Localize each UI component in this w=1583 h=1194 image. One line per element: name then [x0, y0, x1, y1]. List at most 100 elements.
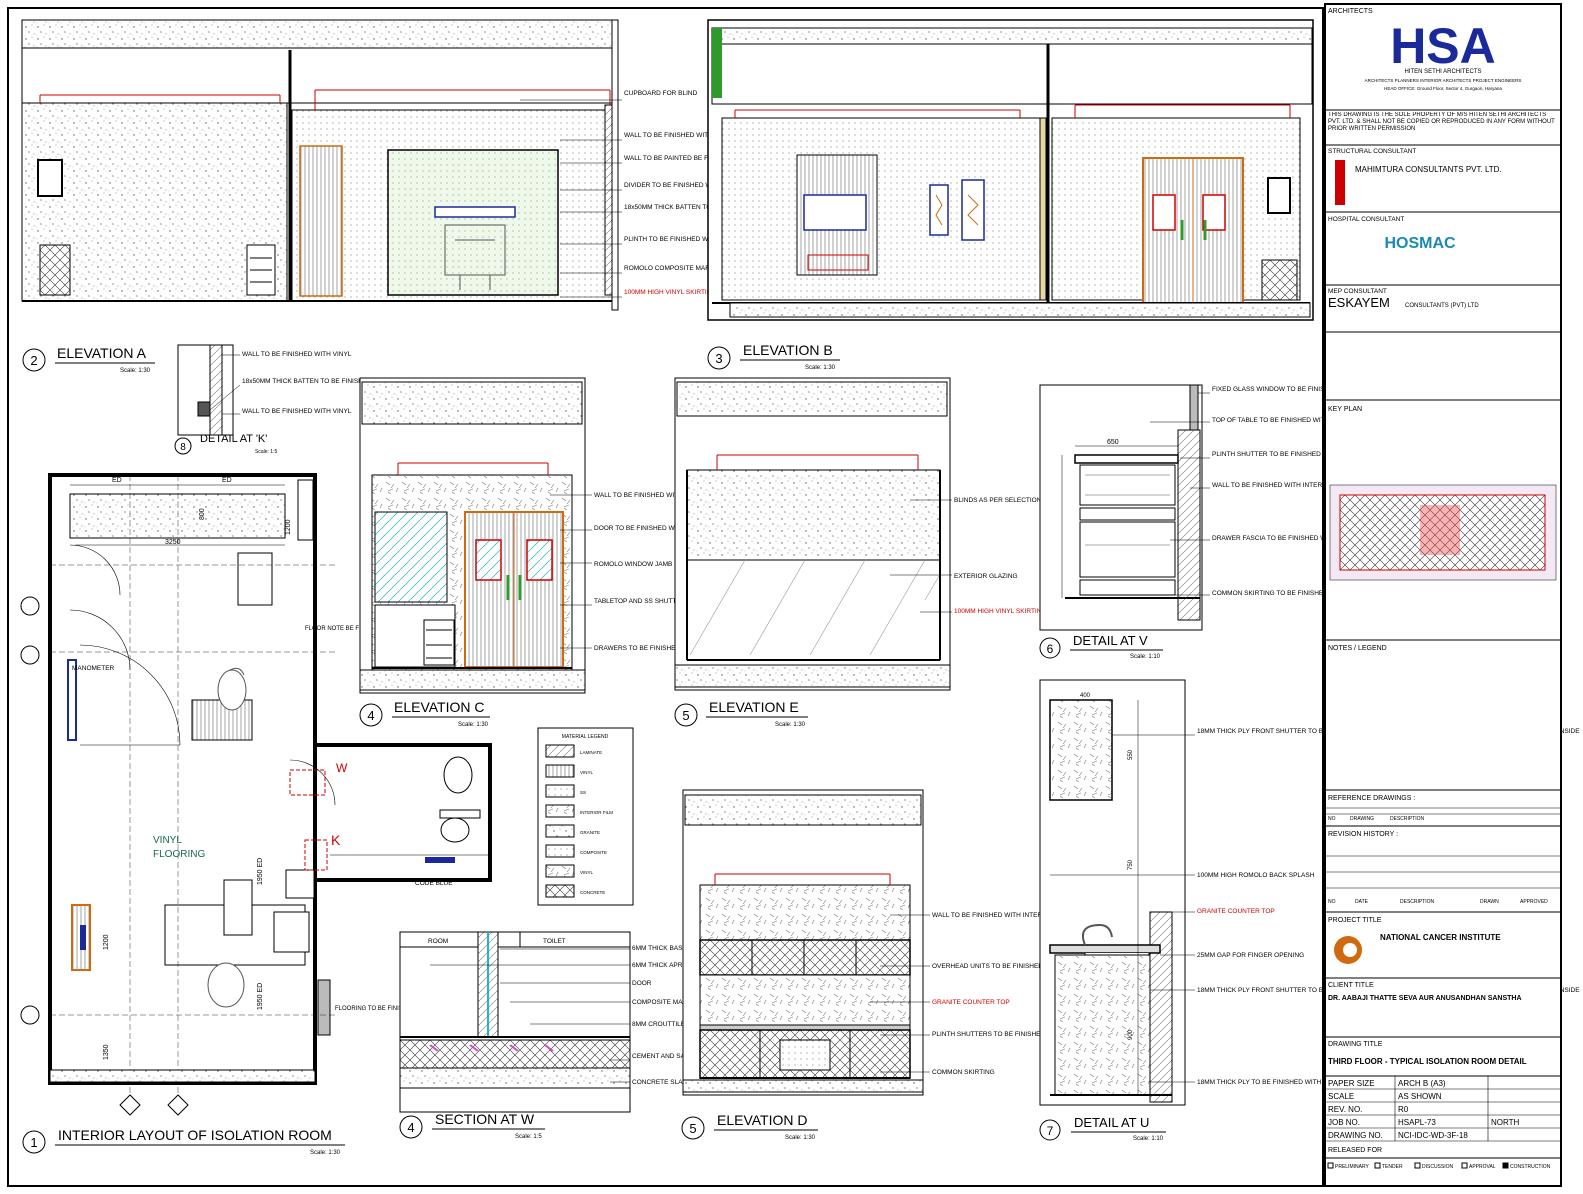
- svg-text:REVISION HISTORY :: REVISION HISTORY :: [1328, 831, 1398, 838]
- svg-text:CONCRETE: CONCRETE: [580, 890, 605, 895]
- section-w-toilet: TOILET: [543, 938, 566, 945]
- svg-text:TENDER: TENDER: [1382, 1164, 1403, 1170]
- svg-text:GRANITE: GRANITE: [580, 830, 600, 835]
- layout-label: INTERIOR LAYOUT OF ISOLATION ROOM: [58, 1127, 332, 1143]
- section-w-room: ROOM: [428, 938, 448, 945]
- svg-text:1350: 1350: [103, 1044, 110, 1060]
- svg-text:8MM CROUTTILE: 8MM CROUTTILE: [632, 1021, 686, 1028]
- note-k-0: WALL TO BE FINISHED WITH VINYL: [242, 351, 352, 358]
- note-u-1: 100MM HIGH ROMOLO BACK SPLASH: [1197, 872, 1315, 879]
- svg-text:HEAD OFFICE: Ground Floor, Sec: HEAD OFFICE: Ground Floor, Sector 4, Gur…: [1384, 86, 1502, 91]
- svg-text:DESCRIPTION: DESCRIPTION: [1390, 816, 1425, 822]
- svg-text:6: 6: [1047, 642, 1054, 656]
- svg-text:Scale: 1:10: Scale: 1:10: [1133, 1136, 1164, 1142]
- svg-text:CLIENT TITLE: CLIENT TITLE: [1328, 982, 1374, 989]
- mep-consultant-name: ESKAYEM: [1328, 295, 1390, 310]
- svg-text:R0: R0: [1398, 1105, 1409, 1114]
- svg-text:4: 4: [367, 708, 374, 723]
- svg-text:LAMINATE: LAMINATE: [580, 750, 602, 755]
- detail-v-title: 6 DETAIL AT V Scale: 1:10: [1039, 633, 1163, 660]
- svg-text:1: 1: [30, 1135, 37, 1150]
- elevation-d-drawing: [682, 789, 924, 1096]
- svg-text:REFERENCE DRAWINGS :: REFERENCE DRAWINGS :: [1328, 795, 1415, 802]
- svg-text:3: 3: [715, 351, 722, 366]
- elevation-a-drawing: [21, 19, 619, 311]
- svg-text:NORTH: NORTH: [1491, 1118, 1520, 1127]
- client-name: DR. AABAJI THATTE SEVA AUR ANUSANDHAN SA…: [1328, 995, 1522, 1002]
- interior-layout-title: 1 INTERIOR LAYOUT OF ISOLATION ROOM Scal…: [22, 1127, 345, 1156]
- detail-v-dim-650: 650: [1107, 439, 1119, 446]
- vinyl-label: VINYL: [153, 835, 182, 846]
- svg-text:NO: NO: [1328, 816, 1336, 822]
- svg-text:DRAWING: DRAWING: [1350, 816, 1374, 822]
- detail-u-drawing: 400 550 750 900: [1039, 679, 1186, 1106]
- elevation-a-label: ELEVATION A: [57, 345, 147, 361]
- note-u-2: GRANITE COUNTER TOP: [1197, 908, 1275, 915]
- svg-text:CONSTRUCTION: CONSTRUCTION: [1510, 1164, 1551, 1170]
- svg-text:5: 5: [682, 708, 689, 723]
- svg-text:DRAWN: DRAWN: [1480, 899, 1499, 905]
- elevation-c-label: ELEVATION C: [394, 699, 485, 715]
- manometer-label: MANOMETER: [72, 665, 115, 672]
- drawing-title: THIRD FLOOR - TYPICAL ISOLATION ROOM DET…: [1328, 1057, 1527, 1066]
- elevation-e-drawing: [674, 377, 951, 691]
- detail-u-dim-750: 750: [1128, 859, 1134, 870]
- svg-text:KEY PLAN: KEY PLAN: [1328, 406, 1362, 413]
- flooring-label: FLOORING: [153, 849, 205, 860]
- drawing-sheet: CUPBOARD FOR BLIND WALL TO BE FINISHED W…: [7, 3, 1580, 1187]
- property-note: THIS DRAWING IS THE SOLE PROPERTY OF M/S…: [1328, 112, 1555, 132]
- code-blue-label: CODE BLUE: [415, 880, 453, 887]
- note-a-0: CUPBOARD FOR BLIND: [624, 90, 698, 97]
- svg-text:Scale: 1:5: Scale: 1:5: [515, 1134, 542, 1140]
- svg-text:SCALE: SCALE: [1328, 1092, 1354, 1101]
- svg-text:COMPOSITE: COMPOSITE: [580, 850, 607, 855]
- elevation-b-drawing: [707, 19, 1314, 321]
- svg-text:HSAPL-73: HSAPL-73: [1398, 1118, 1436, 1127]
- svg-text:HITEN SETHI ARCHITECTS: HITEN SETHI ARCHITECTS: [1404, 69, 1481, 75]
- svg-text:4: 4: [407, 1120, 414, 1135]
- section-w-marker: W: [336, 761, 348, 775]
- svg-text:Scale: 1:30: Scale: 1:30: [310, 1150, 341, 1156]
- svg-text:8: 8: [180, 442, 186, 453]
- section-w-label: SECTION AT W: [435, 1111, 535, 1127]
- svg-text:Scale: 1:5: Scale: 1:5: [255, 449, 277, 455]
- material-legend: MATERIAL LEGEND LAMINATE VINYL SS INTERI…: [537, 727, 634, 906]
- title-block: ARCHITECTS HSA HITEN SETHI ARCHITECTS AR…: [1324, 3, 1562, 1187]
- svg-text:DRAWING TITLE: DRAWING TITLE: [1328, 1041, 1383, 1048]
- svg-text:DOOR: DOOR: [632, 980, 652, 987]
- svg-text:Scale: 1:30: Scale: 1:30: [785, 1135, 816, 1141]
- project-name: NATIONAL CANCER INSTITUTE: [1380, 933, 1501, 942]
- structural-consultant-name: MAHIMTURA CONSULTANTS PVT. LTD.: [1355, 165, 1502, 174]
- hosmac-logo: HOSMAC: [1384, 235, 1456, 252]
- svg-text:ED: ED: [222, 477, 232, 484]
- svg-text:1200: 1200: [103, 934, 110, 950]
- svg-text:MEP CONSULTANT: MEP CONSULTANT: [1328, 288, 1387, 295]
- elevation-d-title: 5 ELEVATION D Scale: 1:30: [681, 1112, 818, 1141]
- note-e-1: EXTERIOR GLAZING: [954, 573, 1018, 580]
- elevation-c-title: 4 ELEVATION C Scale: 1:30: [359, 699, 490, 728]
- note-u-3: 25MM GAP FOR FINGER OPENING: [1197, 952, 1304, 959]
- note-c-2: ROMOLO WINDOW JAMB: [594, 561, 672, 568]
- detail-u-title: 7 DETAIL AT U Scale: 1:10: [1039, 1115, 1166, 1142]
- svg-text:1950 ED: 1950 ED: [257, 858, 264, 885]
- svg-text:JOB NO.: JOB NO.: [1328, 1118, 1360, 1127]
- svg-text:3250: 3250: [165, 539, 181, 546]
- note-k-2: WALL TO BE FINISHED WITH VINYL: [242, 408, 352, 415]
- svg-text:PAPER SIZE: PAPER SIZE: [1328, 1079, 1375, 1088]
- svg-text:HOSPITAL CONSULTANT: HOSPITAL CONSULTANT: [1328, 216, 1404, 223]
- svg-text:AS SHOWN: AS SHOWN: [1398, 1092, 1442, 1101]
- svg-text:REV. NO.: REV. NO.: [1328, 1105, 1362, 1114]
- svg-text:1200: 1200: [285, 519, 292, 535]
- svg-text:DESCRIPTION: DESCRIPTION: [1400, 899, 1435, 905]
- hsa-logo: HSA: [1390, 18, 1496, 74]
- svg-text:PRELIMINARY: PRELIMINARY: [1335, 1164, 1369, 1170]
- detail-k-marker: K: [331, 832, 341, 848]
- section-w-title: 4 SECTION AT W Scale: 1:5: [399, 1111, 545, 1140]
- elevation-e-label: ELEVATION E: [709, 699, 799, 715]
- svg-text:1950 ED: 1950 ED: [257, 983, 264, 1010]
- section-w-drawing: [399, 931, 631, 1113]
- elevation-e-title: 5 ELEVATION E Scale: 1:30: [674, 699, 808, 728]
- svg-text:MATERIAL LEGEND: MATERIAL LEGEND: [562, 734, 609, 740]
- elevation-c-drawing: [359, 377, 586, 694]
- elevation-b-title: 3 ELEVATION B Scale: 1:30: [707, 342, 840, 371]
